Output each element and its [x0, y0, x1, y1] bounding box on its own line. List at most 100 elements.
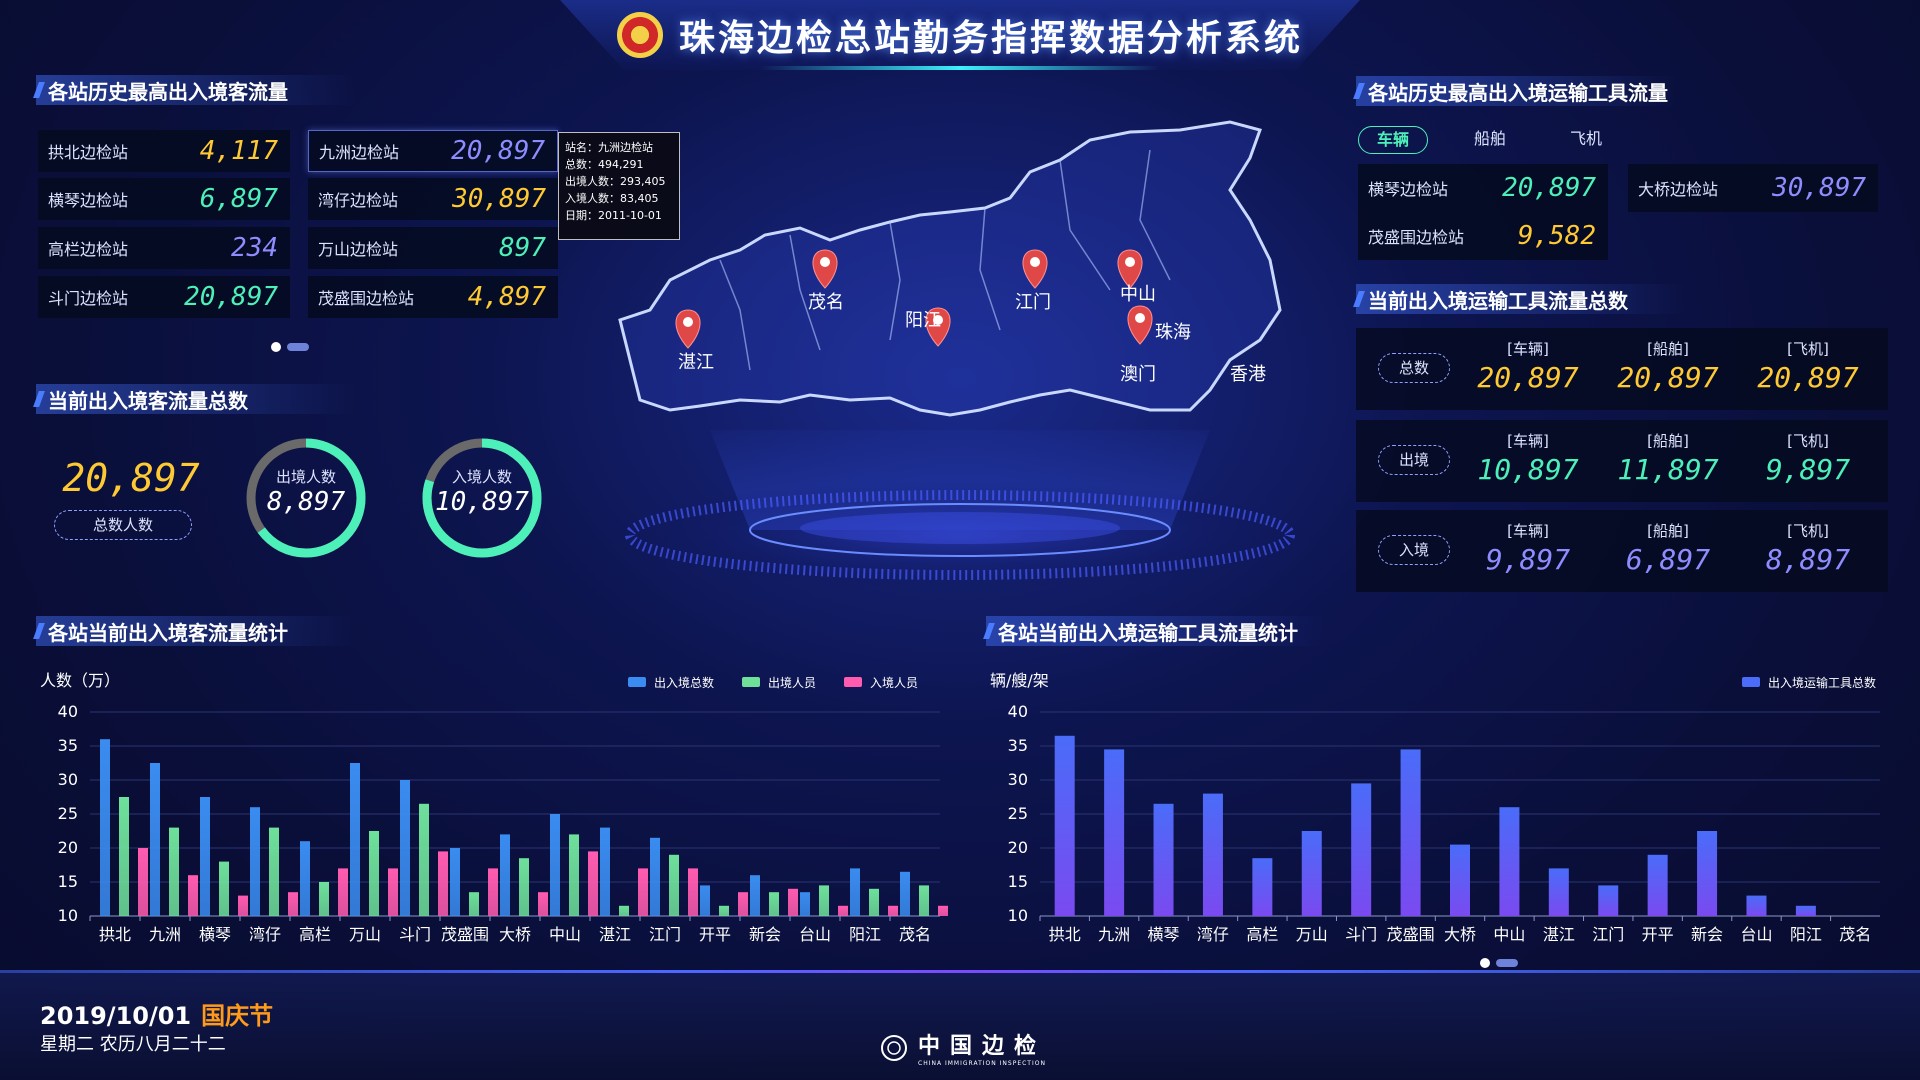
x-tick-label: 湾仔: [1197, 925, 1229, 944]
bar-出境人员: [119, 797, 129, 916]
bar-出入境总数: [350, 763, 360, 916]
bar-出入境总数: [650, 837, 660, 916]
summary-row-label: 总数: [1378, 353, 1450, 383]
section-title-text: 各站历史最高出入境客流量: [48, 79, 288, 104]
station-card[interactable]: 湾仔边检站 30,897: [308, 178, 558, 220]
bar-出入境总数: [750, 875, 760, 916]
tab-vehicle[interactable]: 车辆: [1358, 126, 1429, 154]
bar-出境人员: [769, 892, 779, 916]
station-card[interactable]: 万山边检站 897: [308, 227, 558, 269]
bar-入境人员: [288, 892, 298, 916]
tab-ship[interactable]: 船舶: [1456, 126, 1524, 154]
y-tick-label: 20: [1008, 838, 1028, 857]
header: 珠海边检总站勤务指挥数据分析系统: [0, 0, 1920, 70]
map-pin-center: [1030, 257, 1040, 267]
bar-入境人员: [238, 895, 248, 916]
pagination-dot[interactable]: [1496, 959, 1518, 967]
region-map[interactable]: 湛江 茂名阳江 江门 中山珠海澳门 香港: [590, 110, 1330, 610]
y-tick-label: 30: [58, 770, 78, 789]
border-inspection-logo-icon: [881, 1034, 907, 1061]
bar-入境人员: [688, 868, 698, 916]
summary-row-label: 出境: [1378, 445, 1450, 475]
passenger-pagination[interactable]: [271, 342, 309, 352]
bar-入境人员: [388, 868, 398, 916]
summary-value: 6,897: [1625, 543, 1711, 576]
station-name: 茂盛围边检站: [318, 289, 415, 308]
y-tick-label: 15: [1008, 872, 1028, 891]
bar-出境人员: [569, 834, 579, 916]
footer-weekday: 星期二 农历八月二十二: [40, 1034, 226, 1055]
station-card[interactable]: 横琴边检站 6,897: [38, 178, 290, 220]
station-card[interactable]: 拱北边检站 4,117: [38, 130, 290, 172]
bar-出入境总数: [300, 841, 310, 916]
summary-cell: [船舶] 20,897: [1608, 338, 1728, 394]
holiday-text: 国庆节: [201, 1002, 274, 1030]
legend-swatch: [844, 677, 862, 687]
y-tick-label: 35: [58, 736, 78, 755]
station-name: 拱北边检站: [48, 143, 129, 162]
bar-出入境运输工具总数: [1746, 895, 1767, 916]
station-name: 湾仔边检站: [318, 191, 399, 210]
bar-出境人员: [719, 905, 729, 916]
station-card[interactable]: 斗门边检站 20,897: [38, 276, 290, 318]
station-card[interactable]: 高栏边检站 234: [38, 227, 290, 269]
legend-label: 出入境总数: [654, 675, 714, 690]
summary-value: 20,897: [1617, 361, 1719, 394]
transport-chart-pagination[interactable]: [1480, 958, 1518, 968]
station-card[interactable]: 茂盛围边检站 4,897: [308, 276, 558, 318]
x-tick-label: 新会: [1691, 925, 1723, 944]
footer-date: 2019/10/01 国庆节: [40, 996, 273, 1031]
map-city-label: 珠海: [1155, 322, 1191, 343]
transport-station-card[interactable]: 横琴边检站 20,897: [1358, 164, 1608, 212]
bar-入境人员: [338, 868, 348, 916]
pagination-dot-active[interactable]: [1480, 958, 1490, 968]
bar-出境人员: [519, 858, 529, 916]
date-text: 2019/10/01: [40, 1002, 192, 1030]
bar-出入境总数: [600, 827, 610, 916]
bar-出入境运输工具总数: [1400, 749, 1421, 916]
bar-入境人员: [138, 848, 148, 916]
y-axis-label: 人数（万）: [40, 671, 120, 690]
station-card[interactable]: 九洲边检站 20,897: [308, 130, 558, 172]
map-city-label: 湛江: [678, 352, 714, 373]
page-title-text: 珠海边检总站勤务指挥数据分析系统: [678, 18, 1303, 59]
transport-station-card[interactable]: 茂盛围边检站 9,582: [1358, 212, 1608, 260]
transport-bar-chart[interactable]: 辆/艘/架 10 15 20 25 30 35 40 拱北 九洲 横琴 湾仔 高栏 万山 斗门 茂盛围 大桥 中山…: [980, 660, 1890, 950]
section-title-text: 各站当前出入境运输工具流量统计: [998, 620, 1298, 645]
x-tick-label: 中山: [549, 925, 581, 944]
map-city-label: 阳江: [905, 310, 941, 331]
x-tick-label: 横琴: [199, 925, 231, 944]
summary-cell: [船舶] 11,897: [1608, 430, 1728, 486]
map-city-label: 茂名: [808, 292, 844, 313]
station-value: 20,897: [184, 282, 278, 312]
station-value: 4,897: [467, 282, 546, 312]
tab-plane[interactable]: 飞机: [1552, 126, 1620, 154]
bar-出入境运输工具总数: [1153, 803, 1174, 916]
section-title-text: 当前出入境运输工具流量总数: [1368, 288, 1628, 313]
map-city-label: 江门: [1015, 292, 1051, 313]
transport-station-card[interactable]: 大桥边检站 30,897: [1628, 164, 1878, 212]
y-axis-label: 辆/艘/架: [990, 671, 1049, 690]
y-tick-label: 20: [58, 838, 78, 857]
summary-value: 8,897: [1765, 543, 1851, 576]
bar-入境人员: [938, 905, 948, 916]
pagination-dot[interactable]: [287, 343, 309, 351]
bar-出入境总数: [400, 780, 410, 916]
bar-入境人员: [788, 888, 798, 916]
y-tick-label: 40: [58, 702, 78, 721]
bar-入境人员: [488, 868, 498, 916]
bar-入境人员: [738, 892, 748, 916]
y-tick-label: 25: [58, 804, 78, 823]
section-title-transport-chart: 各站当前出入境运输工具流量统计: [986, 616, 1326, 646]
bar-出入境总数: [450, 848, 460, 916]
summary-cell: [车辆] 9,897: [1468, 520, 1588, 576]
y-tick-label: 10: [1008, 906, 1028, 925]
station-value: 4,117: [199, 136, 278, 166]
y-tick-label: 15: [58, 872, 78, 891]
passenger-bar-chart[interactable]: 人数（万） 10 15 20 25 30 35 40 拱北 九洲 横琴 湾仔 高栏 万山 斗门 茂盛围 大桥 中山…: [30, 660, 950, 950]
pagination-dot-active[interactable]: [271, 342, 281, 352]
bar-出入境运输工具总数: [1054, 735, 1075, 916]
summary-header: [飞机]: [1787, 522, 1829, 540]
section-title-text: 当前出入境客流量总数: [48, 388, 248, 413]
bar-入境人员: [188, 875, 198, 916]
